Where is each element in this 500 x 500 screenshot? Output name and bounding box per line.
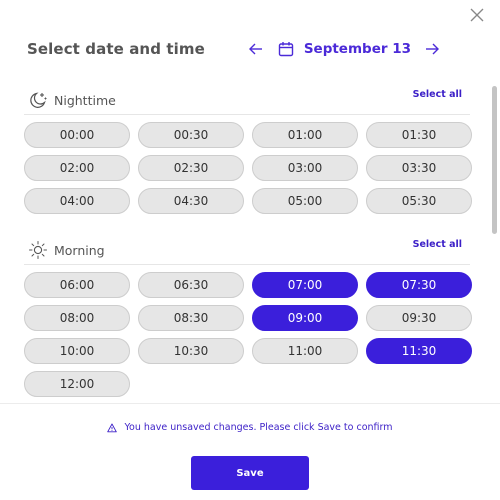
- time-slot-button[interactable]: 03:00: [252, 155, 358, 181]
- time-slot-button[interactable]: 12:00: [24, 371, 130, 397]
- select-all-morning-link[interactable]: Select all: [413, 239, 462, 250]
- slot-grid: 00:00 00:30 01:00 01:30 02:00 02:30 03:00 03:30…: [24, 122, 472, 214]
- time-slot-button[interactable]: 06:30: [138, 272, 244, 298]
- section-morning: Morning Select all 06:00 06:30 07:00 07:30 0…: [24, 234, 472, 397]
- time-slot-button[interactable]: 05:30: [366, 188, 472, 214]
- time-slot-button[interactable]: 10:00: [24, 338, 130, 364]
- section-header: Nighttime Select all: [24, 84, 470, 115]
- save-button[interactable]: Save: [191, 456, 309, 490]
- time-slot-button[interactable]: 08:30: [138, 305, 244, 331]
- section-title: Morning: [54, 243, 105, 258]
- scrollbar-thumb[interactable]: [492, 86, 497, 234]
- time-slot-button[interactable]: 11:00: [252, 338, 358, 364]
- arrow-right-icon[interactable]: [424, 42, 440, 56]
- time-slot-button[interactable]: 01:00: [252, 122, 358, 148]
- sun-icon: [29, 241, 47, 259]
- modal-title: Select date and time: [27, 40, 205, 58]
- date-time-modal: Select date and time September 13 Nightt…: [0, 0, 500, 500]
- time-slot-button[interactable]: 00:00: [24, 122, 130, 148]
- time-slot-button[interactable]: 07:00: [252, 272, 358, 298]
- close-icon[interactable]: [468, 6, 486, 24]
- time-slot-button[interactable]: 02:30: [138, 155, 244, 181]
- time-slot-button[interactable]: 07:30: [366, 272, 472, 298]
- time-slot-button[interactable]: 09:30: [366, 305, 472, 331]
- warning-icon: [107, 423, 118, 432]
- time-slot-button[interactable]: 01:30: [366, 122, 472, 148]
- modal-header: Select date and time September 13: [27, 36, 440, 62]
- moon-stars-icon: [30, 92, 47, 108]
- time-slot-button[interactable]: 04:00: [24, 188, 130, 214]
- time-slot-button[interactable]: 08:00: [24, 305, 130, 331]
- time-slot-button[interactable]: 10:30: [138, 338, 244, 364]
- slot-grid: 06:00 06:30 07:00 07:30 08:00 08:30 09:00 09:30…: [24, 272, 472, 397]
- notice-text: You have unsaved changes. Please click S…: [124, 422, 393, 433]
- footer-divider: [0, 403, 500, 404]
- time-slot-button[interactable]: 11:30: [366, 338, 472, 364]
- time-slots-scroll-area[interactable]: Nighttime Select all 00:00 00:30 01:00 01:3…: [0, 84, 500, 400]
- arrow-left-icon[interactable]: [248, 42, 264, 56]
- date-navigator: September 13: [248, 41, 440, 57]
- time-slot-button[interactable]: 03:30: [366, 155, 472, 181]
- time-slot-button[interactable]: 06:00: [24, 272, 130, 298]
- section-header: Morning Select all: [24, 234, 470, 265]
- unsaved-changes-notice: You have unsaved changes. Please click S…: [0, 422, 500, 433]
- time-slot-button[interactable]: 09:00: [252, 305, 358, 331]
- calendar-icon: [278, 42, 294, 57]
- time-slot-button[interactable]: 02:00: [24, 155, 130, 181]
- time-slot-button[interactable]: 00:30: [138, 122, 244, 148]
- section-nighttime: Nighttime Select all 00:00 00:30 01:00 01:3…: [24, 84, 472, 214]
- date-label: September 13: [303, 41, 411, 57]
- section-title: Nighttime: [54, 93, 116, 108]
- current-date[interactable]: September 13: [278, 41, 411, 57]
- time-slot-button[interactable]: 04:30: [138, 188, 244, 214]
- select-all-nighttime-link[interactable]: Select all: [413, 89, 462, 100]
- time-slot-button[interactable]: 05:00: [252, 188, 358, 214]
